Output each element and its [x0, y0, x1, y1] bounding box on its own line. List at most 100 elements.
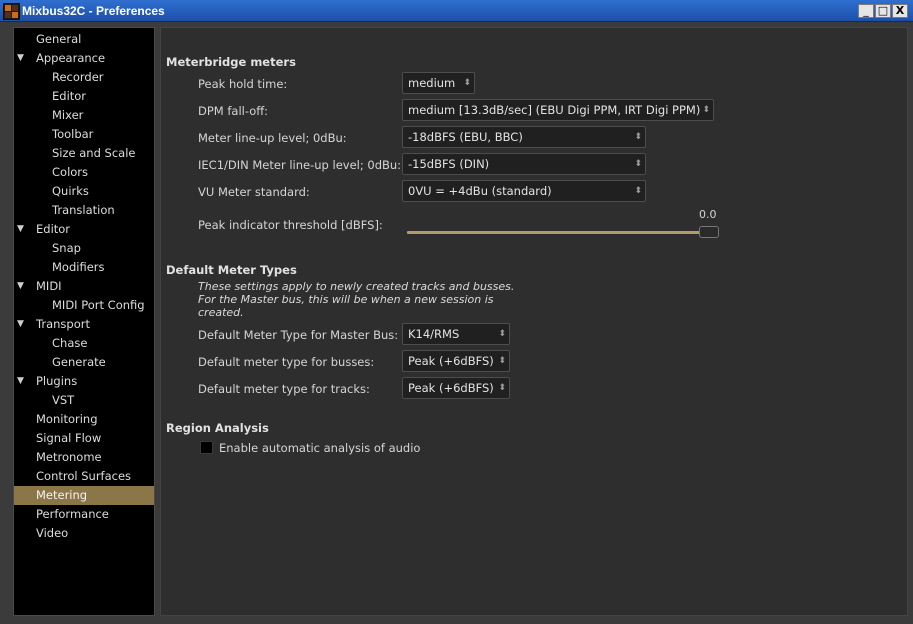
peak-hold-label: Peak hold time:: [198, 77, 288, 91]
sidebar-item-toolbar[interactable]: Toolbar: [14, 125, 154, 144]
meter-lineup-select[interactable]: -18dBFS (EBU, BBC) ⬍: [402, 126, 646, 148]
peak-hold-value: medium: [408, 76, 456, 90]
sidebar-item-modifiers[interactable]: Modifiers: [14, 258, 154, 277]
minimize-button[interactable]: _: [858, 4, 874, 18]
sidebar-item-appearance[interactable]: ▼ Appearance: [14, 49, 154, 68]
sidebar-item-label: Appearance: [36, 51, 106, 65]
combo-arrow-icon: ⬍: [634, 186, 642, 196]
close-button[interactable]: X: [892, 4, 908, 18]
sidebar-item-label: Snap: [52, 241, 81, 255]
sidebar-item-size-and-scale[interactable]: Size and Scale: [14, 144, 154, 163]
sidebar-item-label: Recorder: [52, 70, 104, 84]
peak-hold-select[interactable]: medium ⬍: [402, 72, 475, 94]
peak-threshold-slider[interactable]: [407, 231, 717, 234]
sidebar-item-label: Performance: [36, 507, 109, 521]
vu-standard-value: 0VU = +4dBu (standard): [408, 184, 552, 198]
iec-lineup-select[interactable]: -15dBFS (DIN) ⬍: [402, 153, 646, 175]
sidebar-item-label: Editor: [36, 222, 71, 236]
meter-lineup-label: Meter line-up level; 0dBu:: [198, 131, 347, 145]
sidebar-item-monitoring[interactable]: Monitoring: [14, 410, 154, 429]
combo-arrow-icon: ⬍: [498, 356, 506, 366]
auto-analysis-label[interactable]: Enable automatic analysis of audio: [219, 441, 420, 455]
default-meter-types-note-2: For the Master bus, this will be when a …: [198, 293, 494, 306]
auto-analysis-checkbox[interactable]: [200, 441, 213, 454]
sidebar-item-control-surfaces[interactable]: Control Surfaces: [14, 467, 154, 486]
sidebar-item-label: Mixer: [52, 108, 84, 122]
combo-arrow-icon: ⬍: [498, 329, 506, 339]
sidebar-item-appearance-editor[interactable]: Editor: [14, 87, 154, 106]
preferences-sidebar[interactable]: General ▼ Appearance Recorder Editor Mixe…: [13, 27, 155, 616]
sidebar-item-midi-port-config[interactable]: MIDI Port Config: [14, 296, 154, 315]
master-bus-meter-select[interactable]: K14/RMS ⬍: [402, 323, 510, 345]
sidebar-item-video[interactable]: Video: [14, 524, 154, 543]
sidebar-item-label: Size and Scale: [52, 146, 136, 160]
expander-down-icon[interactable]: ▼: [17, 220, 24, 239]
sidebar-item-label: Modifiers: [52, 260, 105, 274]
sidebar-item-general[interactable]: General: [14, 30, 154, 49]
dpm-falloff-select[interactable]: medium [13.3dB/sec] (EBU Digi PPM, IRT D…: [402, 99, 714, 121]
sidebar-item-label: Generate: [52, 355, 106, 369]
sidebar-item-quirks[interactable]: Quirks: [14, 182, 154, 201]
sidebar-item-vst[interactable]: VST: [14, 391, 154, 410]
sidebar-item-label: General: [36, 32, 82, 46]
tracks-meter-select[interactable]: Peak (+6dBFS) ⬍: [402, 377, 510, 399]
iec-lineup-label: IEC1/DIN Meter line-up level; 0dBu:: [198, 158, 402, 172]
sidebar-item-midi[interactable]: ▼ MIDI: [14, 277, 154, 296]
sidebar-item-transport[interactable]: ▼ Transport: [14, 315, 154, 334]
sidebar-item-label: MIDI: [36, 279, 62, 293]
sidebar-item-performance[interactable]: Performance: [14, 505, 154, 524]
sidebar-item-colors[interactable]: Colors: [14, 163, 154, 182]
busses-meter-select[interactable]: Peak (+6dBFS) ⬍: [402, 350, 510, 372]
app-icon: [3, 3, 20, 20]
sidebar-item-recorder[interactable]: Recorder: [14, 68, 154, 87]
sidebar-item-generate[interactable]: Generate: [14, 353, 154, 372]
region-analysis-heading: Region Analysis: [166, 421, 269, 435]
sidebar-item-label: Signal Flow: [36, 431, 102, 445]
default-meter-types-note-1: These settings apply to newly created tr…: [198, 280, 515, 293]
busses-meter-value: Peak (+6dBFS): [408, 354, 494, 368]
vu-standard-select[interactable]: 0VU = +4dBu (standard) ⬍: [402, 180, 646, 202]
combo-arrow-icon: ⬍: [634, 159, 642, 169]
sidebar-item-label: Toolbar: [52, 127, 94, 141]
default-meter-types-note-3: created.: [198, 306, 244, 319]
default-meter-types-heading: Default Meter Types: [166, 263, 297, 277]
tracks-meter-label: Default meter type for tracks:: [198, 382, 370, 396]
sidebar-item-metronome[interactable]: Metronome: [14, 448, 154, 467]
maximize-button[interactable]: □: [875, 4, 891, 18]
busses-meter-label: Default meter type for busses:: [198, 355, 375, 369]
meterbridge-heading: Meterbridge meters: [166, 55, 296, 69]
peak-threshold-value: 0.0: [699, 208, 717, 221]
expander-down-icon[interactable]: ▼: [17, 49, 24, 68]
combo-arrow-icon: ⬍: [498, 383, 506, 393]
iec-lineup-value: -15dBFS (DIN): [408, 157, 490, 171]
sidebar-item-label: Control Surfaces: [36, 469, 132, 483]
sidebar-item-signal-flow[interactable]: Signal Flow: [14, 429, 154, 448]
expander-down-icon[interactable]: ▼: [17, 372, 24, 391]
tracks-meter-value: Peak (+6dBFS): [408, 381, 494, 395]
peak-threshold-slider-handle[interactable]: [699, 226, 719, 238]
sidebar-item-label: MIDI Port Config: [52, 298, 145, 312]
title-bar: Mixbus32C - Preferences _ □ X: [0, 0, 913, 22]
sidebar-item-label: Editor: [52, 89, 87, 103]
sidebar-item-mixer[interactable]: Mixer: [14, 106, 154, 125]
sidebar-item-chase[interactable]: Chase: [14, 334, 154, 353]
sidebar-item-translation[interactable]: Translation: [14, 201, 154, 220]
metering-preferences-pane: Meterbridge meters Peak hold time: mediu…: [160, 27, 908, 616]
expander-down-icon[interactable]: ▼: [17, 315, 24, 334]
sidebar-item-metering[interactable]: Metering: [14, 486, 154, 505]
sidebar-item-label: VST: [52, 393, 75, 407]
dpm-falloff-value: medium [13.3dB/sec] (EBU Digi PPM, IRT D…: [408, 103, 701, 117]
sidebar-item-label: Metering: [36, 488, 88, 502]
expander-down-icon[interactable]: ▼: [17, 277, 24, 296]
window-title: Mixbus32C - Preferences: [22, 4, 165, 18]
sidebar-item-label: Metronome: [36, 450, 102, 464]
vu-standard-label: VU Meter standard:: [198, 185, 310, 199]
sidebar-item-plugins[interactable]: ▼ Plugins: [14, 372, 154, 391]
sidebar-item-label: Plugins: [36, 374, 78, 388]
sidebar-item-snap[interactable]: Snap: [14, 239, 154, 258]
sidebar-item-label: Video: [36, 526, 69, 540]
sidebar-item-editor[interactable]: ▼ Editor: [14, 220, 154, 239]
sidebar-item-label: Translation: [52, 203, 115, 217]
master-bus-meter-value: K14/RMS: [408, 327, 460, 341]
sidebar-item-label: Monitoring: [36, 412, 98, 426]
